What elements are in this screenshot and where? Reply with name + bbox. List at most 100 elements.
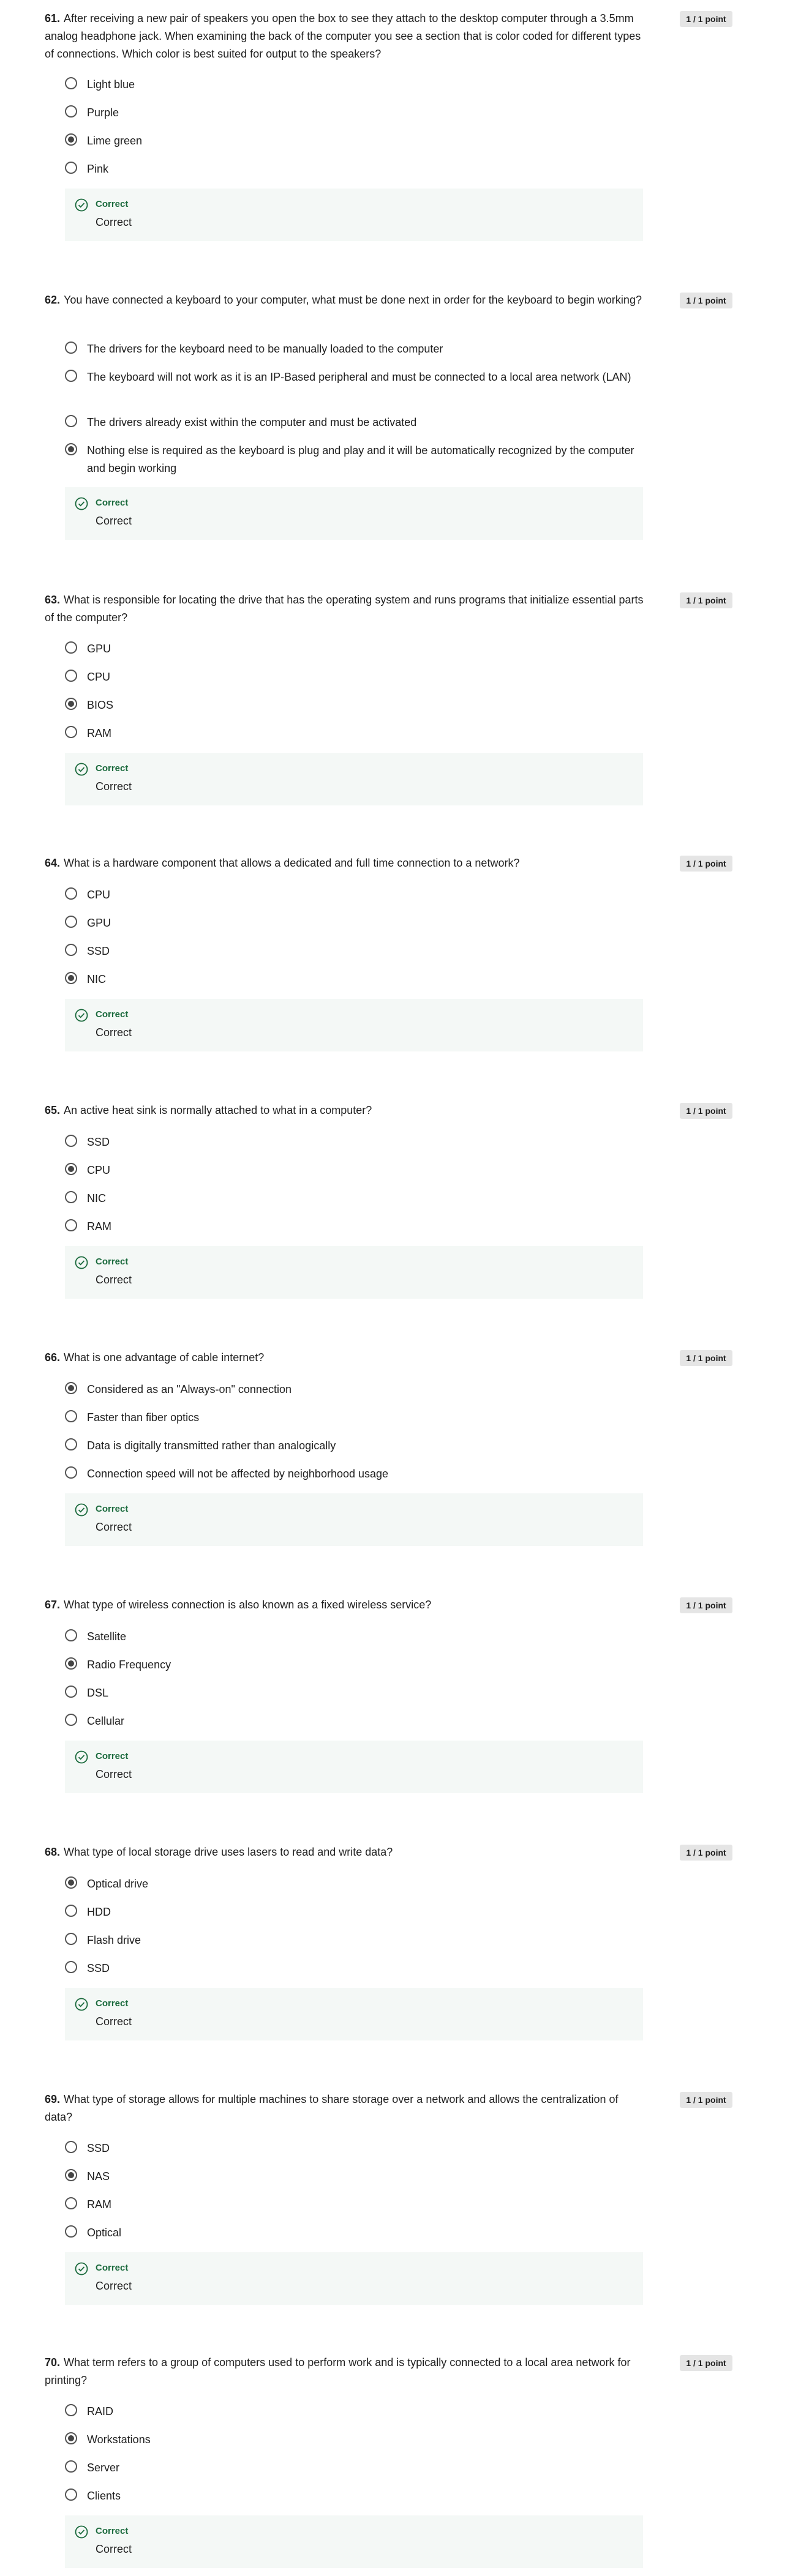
radio-button-icon[interactable] (65, 641, 77, 654)
feedback-box: Correct Correct (65, 189, 643, 241)
answer-option-selected[interactable]: BIOS (65, 696, 634, 714)
radio-button-icon[interactable] (65, 944, 77, 956)
radio-button-icon[interactable] (65, 887, 77, 900)
answer-option[interactable]: RAID (65, 2403, 634, 2421)
check-circle-icon (75, 198, 88, 212)
radio-button-icon[interactable] (65, 2225, 77, 2238)
option-label: NAS (87, 2170, 110, 2182)
radio-button-icon[interactable] (65, 972, 77, 984)
option-label: Lime green (87, 135, 143, 147)
radio-button-icon[interactable] (65, 2460, 77, 2473)
answer-option-selected[interactable]: Lime green (65, 132, 634, 150)
answer-option[interactable]: SSD (65, 1960, 634, 1977)
answer-option[interactable]: Purple (65, 104, 634, 122)
points-badge: 1 / 1 point (680, 1845, 732, 1861)
answer-option-selected[interactable]: Nothing else is required as the keyboard… (65, 442, 634, 477)
answer-option[interactable]: NIC (65, 1190, 634, 1208)
answer-option[interactable]: The drivers already exist within the com… (65, 414, 634, 431)
answer-option[interactable]: The drivers for the keyboard need to be … (65, 340, 634, 358)
radio-button-icon[interactable] (65, 1933, 77, 1945)
answer-option[interactable]: The keyboard will not work as it is an I… (65, 368, 634, 386)
answer-option[interactable]: Faster than fiber optics (65, 1409, 634, 1427)
radio-button-icon[interactable] (65, 1382, 77, 1394)
answer-option[interactable]: Flash drive (65, 1932, 634, 1949)
radio-button-icon[interactable] (65, 726, 77, 738)
radio-button-icon[interactable] (65, 2197, 77, 2209)
answer-option[interactable]: DSL (65, 1684, 634, 1702)
answer-option[interactable]: Pink (65, 160, 634, 178)
radio-button-icon[interactable] (65, 342, 77, 354)
answer-option-selected[interactable]: NAS (65, 2168, 634, 2186)
answer-option[interactable]: CPU (65, 886, 634, 904)
radio-button-icon[interactable] (65, 1219, 77, 1231)
radio-button-icon[interactable] (65, 1876, 77, 1889)
radio-button-icon[interactable] (65, 370, 77, 382)
answer-option-selected[interactable]: Radio Frequency (65, 1656, 634, 1674)
answer-option[interactable]: SSD (65, 2140, 634, 2157)
radio-button-icon[interactable] (65, 415, 77, 427)
answer-option-selected[interactable]: Considered as an "Always-on" connection (65, 1381, 634, 1398)
answer-option[interactable]: SSD (65, 1133, 634, 1151)
check-circle-icon (75, 497, 88, 510)
answer-option[interactable]: Server (65, 2459, 634, 2477)
option-label: SSD (87, 1962, 110, 1974)
radio-button-icon[interactable] (65, 1961, 77, 1973)
question-prompt: What type of local storage drive uses la… (64, 1846, 393, 1858)
answer-option-selected[interactable]: NIC (65, 971, 634, 988)
radio-button-icon[interactable] (65, 2488, 77, 2501)
radio-button-icon[interactable] (65, 1135, 77, 1147)
radio-button-icon[interactable] (65, 2141, 77, 2153)
question-text: 61. After receiving a new pair of speaker… (45, 10, 645, 63)
radio-button-icon[interactable] (65, 77, 77, 89)
feedback-title: Correct (96, 2526, 129, 2536)
answer-option[interactable]: Satellite (65, 1628, 634, 1646)
radio-button-icon[interactable] (65, 105, 77, 118)
radio-button-icon[interactable] (65, 2432, 77, 2444)
question-text: 63. What is responsible for locating the … (45, 591, 645, 627)
answer-option[interactable]: Data is digitally transmitted rather tha… (65, 1437, 634, 1455)
answer-option[interactable]: GPU (65, 640, 634, 658)
radio-button-icon[interactable] (65, 2404, 77, 2416)
answer-option[interactable]: RAM (65, 725, 634, 742)
radio-button-icon[interactable] (65, 1191, 77, 1203)
radio-button-icon[interactable] (65, 670, 77, 682)
radio-button-icon[interactable] (65, 1466, 77, 1479)
radio-button-icon[interactable] (65, 1629, 77, 1641)
answer-option[interactable]: HDD (65, 1903, 634, 1921)
question-text: 62. You have connected a keyboard to your… (45, 291, 645, 309)
radio-button-icon[interactable] (65, 1714, 77, 1726)
question-text: 68. What type of local storage drive uses… (45, 1843, 645, 1861)
radio-button-icon[interactable] (65, 1163, 77, 1175)
check-circle-icon (75, 1503, 88, 1517)
answer-option-selected[interactable]: Workstations (65, 2431, 634, 2449)
answer-option[interactable]: RAM (65, 2196, 634, 2214)
radio-button-icon[interactable] (65, 1686, 77, 1698)
question-number: 61. (45, 12, 61, 24)
answer-option[interactable]: SSD (65, 943, 634, 960)
feedback-title: Correct (96, 2263, 129, 2273)
answer-option[interactable]: Optical (65, 2224, 634, 2242)
radio-button-icon[interactable] (65, 443, 77, 455)
radio-button-icon[interactable] (65, 1905, 77, 1917)
radio-button-icon[interactable] (65, 1410, 77, 1422)
answer-option-selected[interactable]: Optical drive (65, 1875, 634, 1893)
radio-button-icon[interactable] (65, 698, 77, 710)
answer-option[interactable]: Clients (65, 2487, 634, 2505)
question-number: 65. (45, 1104, 61, 1116)
answer-option[interactable]: Cellular (65, 1712, 634, 1730)
answer-option[interactable]: CPU (65, 668, 634, 686)
radio-button-icon[interactable] (65, 1657, 77, 1670)
answer-option[interactable]: RAM (65, 1218, 634, 1236)
radio-button-icon[interactable] (65, 133, 77, 146)
question-prompt: What term refers to a group of computers… (45, 2356, 631, 2386)
radio-button-icon[interactable] (65, 162, 77, 174)
answer-option[interactable]: Connection speed will not be affected by… (65, 1465, 634, 1483)
points-badge: 1 / 1 point (680, 1350, 732, 1366)
answer-option-selected[interactable]: CPU (65, 1162, 634, 1179)
radio-button-icon[interactable] (65, 1438, 77, 1450)
answer-option[interactable]: Light blue (65, 76, 634, 94)
radio-button-icon[interactable] (65, 916, 77, 928)
radio-button-icon[interactable] (65, 2169, 77, 2181)
feedback-title: Correct (96, 1256, 129, 1267)
answer-option[interactable]: GPU (65, 914, 634, 932)
